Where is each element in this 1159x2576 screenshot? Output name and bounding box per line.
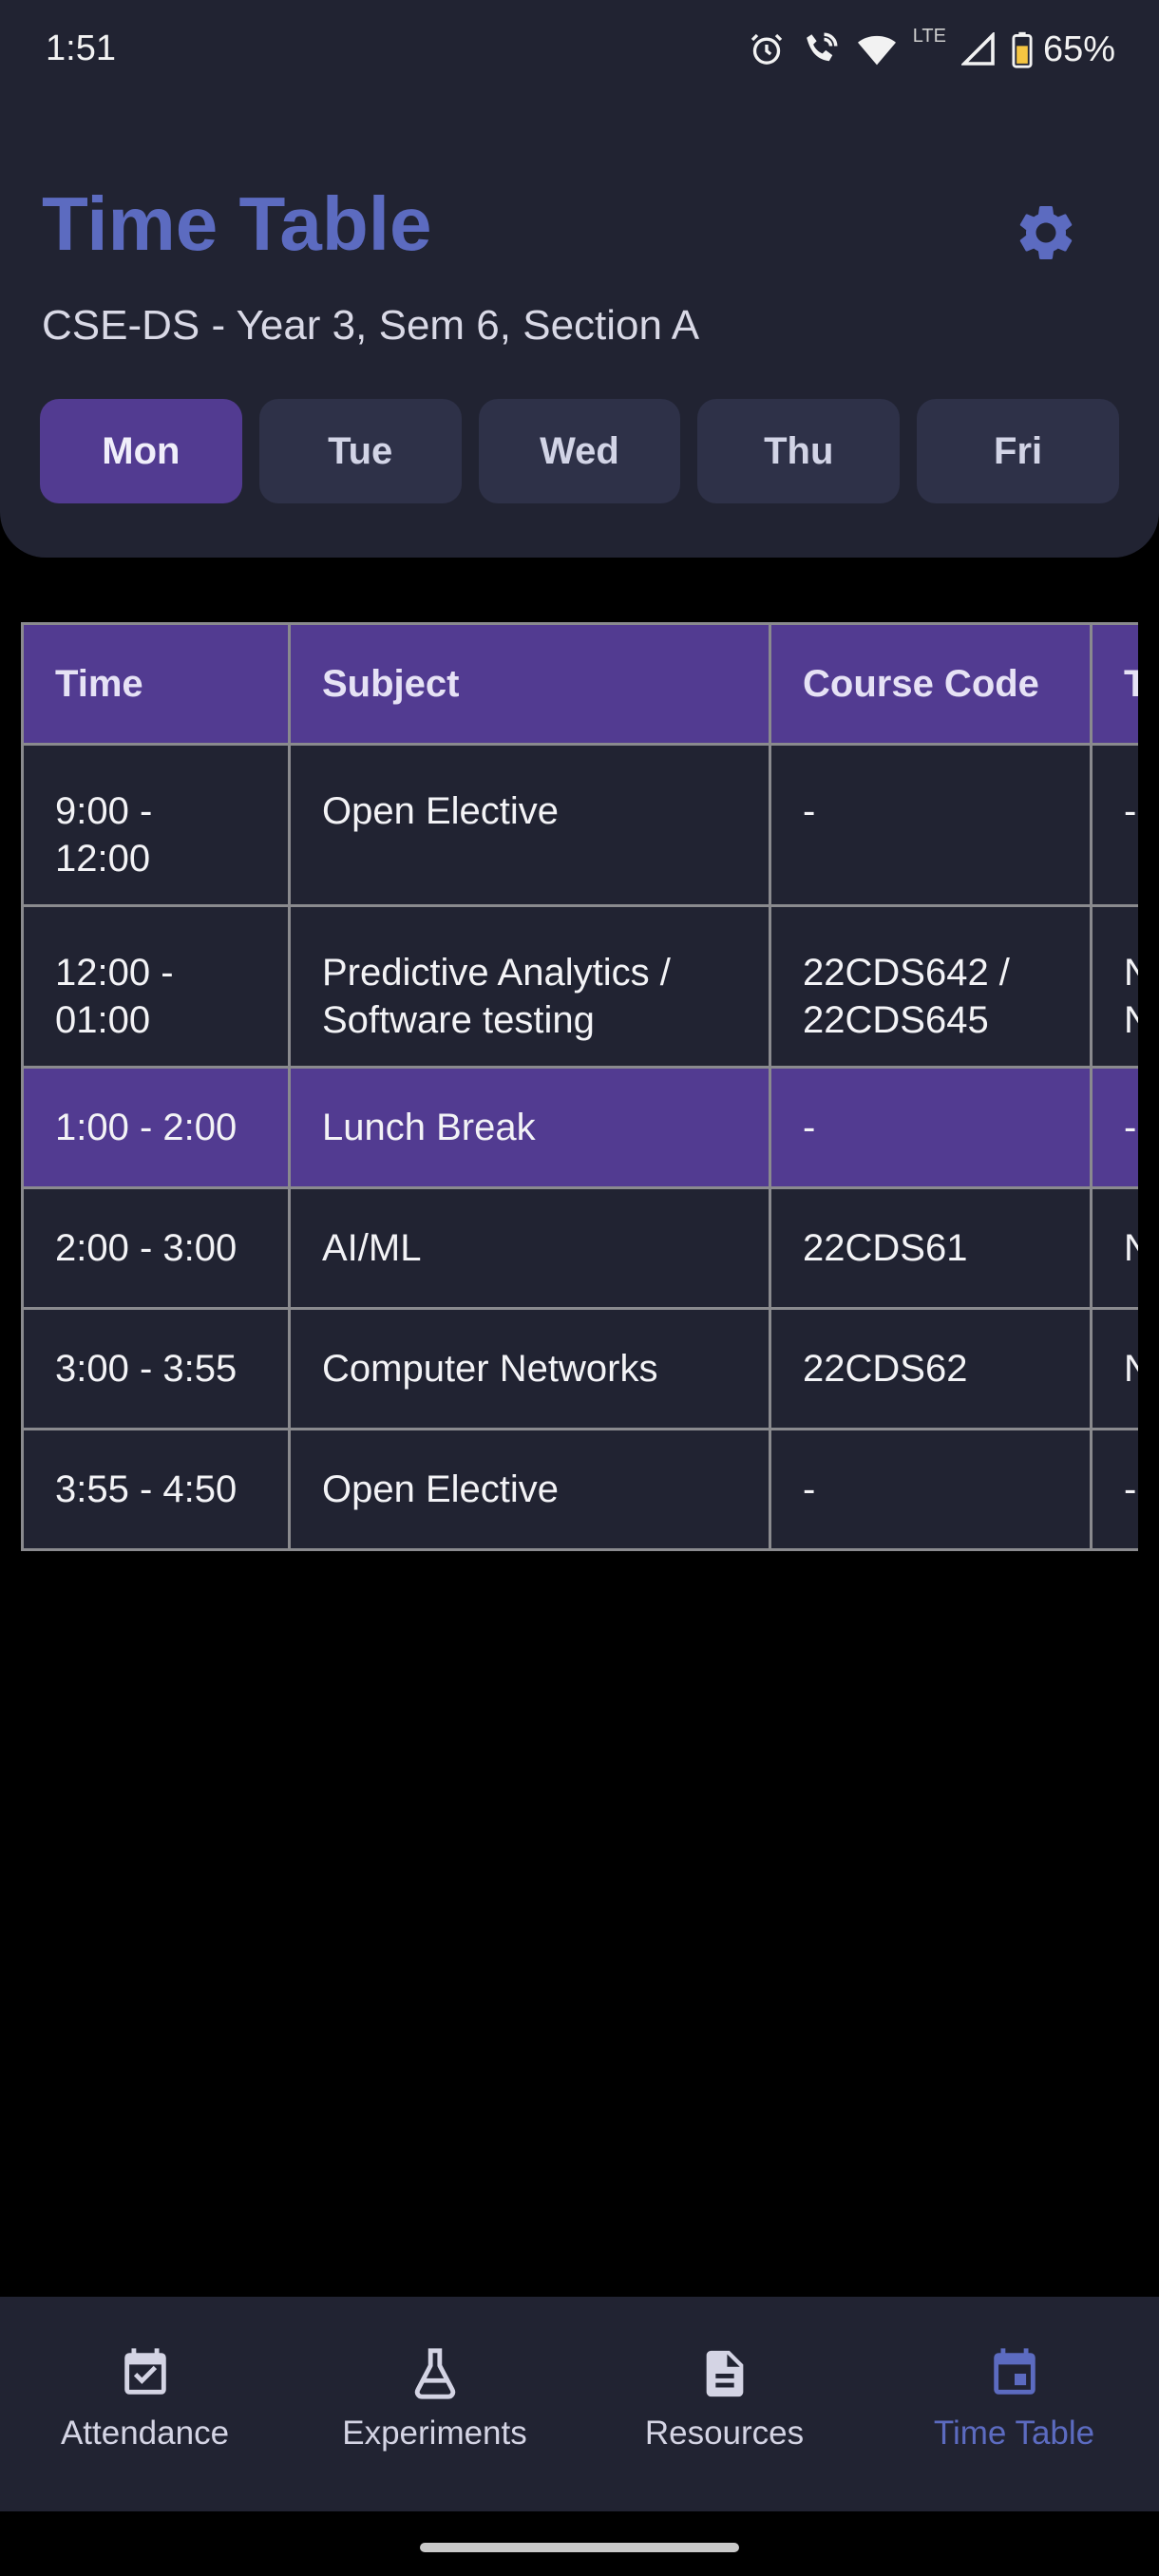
day-tab-wed[interactable]: Wed bbox=[478, 399, 681, 503]
cell-subject: Computer Networks bbox=[288, 1307, 771, 1430]
alarm-icon bbox=[750, 33, 782, 65]
timetable: Time Subject Course Code T 9:00 - 12:00 … bbox=[21, 622, 1138, 1551]
home-indicator[interactable] bbox=[420, 2543, 739, 2552]
table-row: 3:55 - 4:50 Open Elective - - bbox=[21, 1428, 1138, 1551]
cell-truncated: - bbox=[1090, 1428, 1138, 1551]
document-icon bbox=[706, 2350, 743, 2397]
cell-time: 12:00 - 01:00 bbox=[21, 904, 291, 1069]
nav-label-time-table: Time Table bbox=[933, 2415, 1095, 2452]
nav-item-attendance[interactable]: Attendance bbox=[0, 2297, 290, 2511]
cell-course-code: - bbox=[769, 1428, 1092, 1551]
page-title: Time Table bbox=[42, 181, 432, 266]
calendar-check-icon bbox=[124, 2348, 166, 2395]
day-tab-tue[interactable]: Tue bbox=[258, 399, 462, 503]
cell-truncated: N bbox=[1090, 1307, 1138, 1430]
cell-course-code: 22CDS62 bbox=[769, 1307, 1092, 1430]
cell-course-code: 22CDS642 / 22CDS645 bbox=[769, 904, 1092, 1069]
nav-item-time-table[interactable]: Time Table bbox=[869, 2297, 1159, 2511]
cell-course-code: - bbox=[769, 743, 1092, 907]
network-type-label: LTE bbox=[912, 25, 946, 47]
nav-label-resources: Resources bbox=[644, 2415, 805, 2452]
cell-truncated: N bbox=[1090, 1186, 1138, 1310]
cell-course-code: - bbox=[769, 1066, 1092, 1189]
battery-percent: 65% bbox=[1042, 28, 1115, 69]
signal-icon bbox=[960, 32, 995, 66]
cell-time: 2:00 - 3:00 bbox=[21, 1186, 291, 1310]
cell-course-code: 22CDS61 bbox=[769, 1186, 1092, 1310]
table-row: 12:00 - 01:00 Predictive Analytics / Sof… bbox=[21, 904, 1138, 1069]
gear-icon[interactable] bbox=[1013, 199, 1079, 266]
cell-subject: Lunch Break bbox=[288, 1066, 771, 1189]
cell-extra-text: N N bbox=[1124, 949, 1138, 1044]
timetable-scroll[interactable]: Time Subject Course Code T 9:00 - 12:00 … bbox=[21, 622, 1138, 1564]
table-row: 2:00 - 3:00 AI/ML 22CDS61 N bbox=[21, 1186, 1138, 1310]
wifi-icon bbox=[857, 35, 896, 66]
cell-truncated: N N bbox=[1090, 904, 1138, 1069]
nav-label-attendance: Attendance bbox=[60, 2415, 230, 2452]
cell-time: 3:55 - 4:50 bbox=[21, 1428, 291, 1551]
nav-item-resources[interactable]: Resources bbox=[580, 2297, 869, 2511]
status-time: 1:51 bbox=[46, 28, 116, 68]
calendar-icon bbox=[993, 2348, 1036, 2395]
cell-time: 9:00 - 12:00 bbox=[21, 743, 291, 907]
table-row-lunch: 1:00 - 2:00 Lunch Break - - bbox=[21, 1066, 1138, 1189]
table-header-row: Time Subject Course Code T bbox=[21, 622, 1138, 746]
nav-label-experiments: Experiments bbox=[342, 2415, 527, 2452]
header-card: 1:51 LTE 65% Time Table CSE-DS - Year 3,… bbox=[0, 0, 1159, 558]
bottom-navigation: Attendance Experiments Resources Time Ta… bbox=[0, 2297, 1159, 2511]
cell-time: 1:00 - 2:00 bbox=[21, 1066, 291, 1189]
battery-icon bbox=[1012, 31, 1033, 68]
wifi-call-icon bbox=[806, 32, 838, 62]
column-header-truncated: T bbox=[1090, 622, 1138, 746]
table-row: 3:00 - 3:55 Computer Networks 22CDS62 N bbox=[21, 1307, 1138, 1430]
cell-subject-text: Predictive Analytics / Software testing bbox=[322, 952, 671, 1041]
cell-time: 3:00 - 3:55 bbox=[21, 1307, 291, 1430]
table-row: 9:00 - 12:00 Open Elective - - bbox=[21, 743, 1138, 907]
nav-item-experiments[interactable]: Experiments bbox=[290, 2297, 580, 2511]
cell-subject: Open Elective bbox=[288, 743, 771, 907]
cell-subject: Open Elective bbox=[288, 1428, 771, 1551]
day-tab-mon[interactable]: Mon bbox=[40, 399, 242, 503]
cell-code-text: 22CDS642 / 22CDS645 bbox=[803, 952, 1010, 1041]
cell-truncated: - bbox=[1090, 743, 1138, 907]
day-tab-thu[interactable]: Thu bbox=[697, 399, 901, 503]
flask-icon bbox=[414, 2348, 455, 2399]
status-icons: LTE 65% bbox=[748, 25, 1115, 74]
cell-time-text: 12:00 - 01:00 bbox=[55, 952, 174, 1041]
class-subtitle: CSE-DS - Year 3, Sem 6, Section A bbox=[42, 302, 700, 349]
cell-time-text: 9:00 - 12:00 bbox=[55, 790, 153, 880]
column-header-subject: Subject bbox=[288, 622, 771, 746]
cell-subject: AI/ML bbox=[288, 1186, 771, 1310]
status-bar: 1:51 LTE 65% bbox=[0, 0, 1159, 100]
day-selector: Mon Tue Wed Thu Fri bbox=[40, 399, 1119, 503]
cell-truncated: - bbox=[1090, 1066, 1138, 1189]
day-tab-fri[interactable]: Fri bbox=[917, 399, 1119, 503]
cell-subject: Predictive Analytics / Software testing bbox=[288, 904, 771, 1069]
column-header-time: Time bbox=[21, 622, 291, 746]
column-header-course-code: Course Code bbox=[769, 622, 1092, 746]
